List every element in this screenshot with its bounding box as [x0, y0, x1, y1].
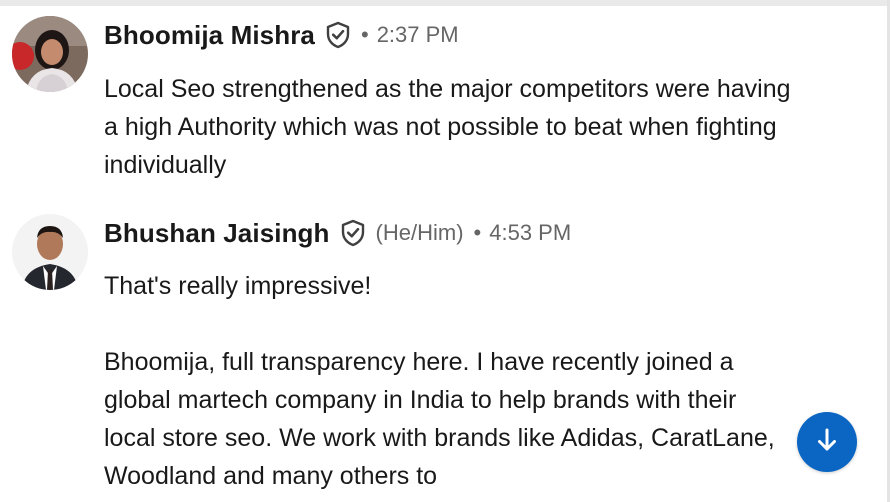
avatar[interactable] — [12, 214, 88, 290]
message-body: Local Seo strengthened as the major comp… — [104, 70, 794, 184]
separator-dot: • — [360, 22, 369, 47]
message-header: Bhoomija Mishra • 2:37 PM — [104, 17, 459, 53]
separator-dot: • — [473, 220, 482, 245]
message-header: Bhushan Jaisingh (He/Him) • 4:53 PM — [104, 215, 571, 251]
sender-name[interactable]: Bhushan Jaisingh — [104, 218, 330, 249]
pronouns: (He/Him) — [375, 220, 464, 245]
message-timestamp: 4:53 PM — [489, 220, 572, 245]
top-divider — [0, 0, 890, 6]
arrow-down-icon — [814, 427, 840, 458]
verified-shield-icon — [340, 219, 366, 247]
message-paragraph: That's really impressive! — [104, 272, 372, 300]
avatar[interactable] — [12, 16, 88, 92]
message-paragraph: Local Seo strengthened as the major comp… — [104, 75, 791, 179]
message-body: That's really impressive! Bhoomija, full… — [104, 267, 794, 495]
scroll-to-bottom-button[interactable] — [797, 412, 857, 472]
verified-shield-icon — [325, 21, 351, 49]
sender-name[interactable]: Bhoomija Mishra — [104, 20, 315, 51]
message-timestamp: 2:37 PM — [376, 22, 459, 47]
message-paragraph: Bhoomija, full transparency here. I have… — [104, 348, 775, 490]
